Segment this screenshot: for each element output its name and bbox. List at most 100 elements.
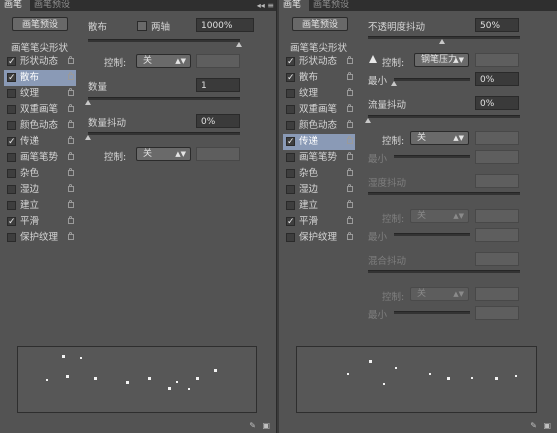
sidebar-item[interactable]: ✓ 平滑: [4, 214, 76, 230]
sidebar-item[interactable]: ✓ 传递: [283, 134, 355, 150]
lock-icon[interactable]: [68, 104, 74, 112]
lock-icon[interactable]: [68, 120, 74, 128]
item-checkbox[interactable]: [7, 89, 16, 98]
sidebar-item[interactable]: 颜色动态: [4, 118, 76, 134]
scatter-slider[interactable]: [88, 39, 240, 42]
sidebar-item[interactable]: 杂色: [283, 166, 355, 182]
count-slider-thumb[interactable]: [85, 100, 91, 105]
item-checkbox[interactable]: [286, 89, 295, 98]
sidebar-item[interactable]: ✓ 形状动态: [283, 54, 355, 70]
brush-tip-shape-label[interactable]: 画笔笔尖形状: [11, 40, 68, 54]
count-jitter-slider-thumb[interactable]: [85, 135, 91, 140]
item-checkbox[interactable]: [7, 105, 16, 114]
lock-icon[interactable]: [68, 152, 74, 160]
lock-icon[interactable]: [347, 168, 353, 176]
lock-icon[interactable]: [347, 184, 353, 192]
lock-icon[interactable]: [68, 216, 74, 224]
sidebar-item[interactable]: 纹理: [283, 86, 355, 102]
flow-jitter-value-field[interactable]: 0%: [475, 96, 519, 110]
sidebar-item[interactable]: 杂色: [4, 166, 76, 182]
sidebar-item[interactable]: 纹理: [4, 86, 76, 102]
tab-brush[interactable]: 画笔: [0, 0, 30, 11]
tab-brush-presets[interactable]: 画笔预设: [30, 0, 76, 11]
flow-jitter-slider[interactable]: [368, 115, 520, 118]
lock-icon[interactable]: [347, 56, 353, 64]
flow-jitter-slider-thumb[interactable]: [365, 118, 371, 123]
control-select[interactable]: 关 ▲▼: [136, 54, 191, 68]
brush-tip-shape-label[interactable]: 画笔笔尖形状: [290, 40, 347, 54]
sidebar-item[interactable]: 湿边: [283, 182, 355, 198]
item-checkbox[interactable]: ✓: [7, 57, 16, 67]
lock-icon[interactable]: [347, 120, 353, 128]
sidebar-item[interactable]: ✓ 平滑: [283, 214, 355, 230]
sidebar-item[interactable]: 建立: [4, 198, 76, 214]
lock-icon[interactable]: [347, 72, 353, 80]
item-checkbox[interactable]: [7, 233, 16, 242]
item-checkbox[interactable]: ✓: [7, 73, 16, 83]
min-value-field[interactable]: 0%: [475, 72, 519, 86]
sidebar-item[interactable]: ✓ 散布: [4, 70, 76, 86]
sidebar-item[interactable]: 建立: [283, 198, 355, 214]
lock-icon[interactable]: [68, 168, 74, 176]
brush-presets-button[interactable]: 画笔预设: [292, 17, 348, 31]
lock-icon[interactable]: [347, 136, 353, 144]
sidebar-item[interactable]: ✓ 传递: [4, 134, 76, 150]
lock-icon[interactable]: [347, 200, 353, 208]
both-axes-checkbox[interactable]: [137, 21, 147, 31]
item-checkbox[interactable]: ✓: [286, 57, 295, 67]
sidebar-item[interactable]: 保护纹理: [283, 230, 355, 246]
sidebar-item[interactable]: ✓ 形状动态: [4, 54, 76, 70]
item-checkbox[interactable]: [7, 201, 16, 210]
item-checkbox[interactable]: [286, 169, 295, 178]
lock-icon[interactable]: [347, 216, 353, 224]
control-select[interactable]: 钢笔压力 ▲▼: [414, 53, 469, 67]
lock-icon[interactable]: [347, 232, 353, 240]
lock-icon[interactable]: [68, 184, 74, 192]
opacity-jitter-slider-thumb[interactable]: [439, 39, 445, 44]
item-checkbox[interactable]: [286, 121, 295, 130]
brush-presets-button[interactable]: 画笔预设: [12, 17, 68, 31]
item-checkbox[interactable]: [286, 185, 295, 194]
lock-icon[interactable]: [68, 232, 74, 240]
sidebar-item[interactable]: ✓ 散布: [283, 70, 355, 86]
tab-brush-presets[interactable]: 画笔预设: [309, 0, 355, 11]
item-checkbox[interactable]: [286, 233, 295, 242]
sidebar-item[interactable]: 湿边: [4, 182, 76, 198]
toggle-brush-icon[interactable]: ✎: [249, 421, 256, 431]
item-checkbox[interactable]: [7, 169, 16, 178]
count-slider[interactable]: [88, 97, 240, 100]
min-slider-thumb[interactable]: [391, 81, 397, 86]
lock-icon[interactable]: [68, 56, 74, 64]
new-brush-icon[interactable]: ▣: [543, 421, 551, 431]
sidebar-item[interactable]: 画笔笔势: [283, 150, 355, 166]
scatter-value-field[interactable]: 1000%: [196, 18, 254, 32]
lock-icon[interactable]: [68, 200, 74, 208]
new-brush-icon[interactable]: ▣: [262, 421, 270, 431]
lock-icon[interactable]: [68, 72, 74, 80]
sidebar-item[interactable]: 颜色动态: [283, 118, 355, 134]
lock-icon[interactable]: [347, 104, 353, 112]
item-checkbox[interactable]: [7, 153, 16, 162]
flow-control-select[interactable]: 关 ▲▼: [410, 131, 469, 145]
item-checkbox[interactable]: [7, 121, 16, 130]
panel-collapse-menu-icon[interactable]: ◂◂ ≡: [257, 0, 274, 11]
sidebar-item[interactable]: 画笔笔势: [4, 150, 76, 166]
min-slider[interactable]: [394, 78, 470, 81]
opacity-jitter-value-field[interactable]: 50%: [475, 18, 519, 32]
item-checkbox[interactable]: ✓: [7, 137, 16, 147]
lock-icon[interactable]: [347, 88, 353, 96]
sidebar-item[interactable]: 双重画笔: [283, 102, 355, 118]
sidebar-item[interactable]: 保护纹理: [4, 230, 76, 246]
lock-icon[interactable]: [68, 136, 74, 144]
sidebar-item[interactable]: 双重画笔: [4, 102, 76, 118]
toggle-brush-icon[interactable]: ✎: [530, 421, 537, 431]
item-checkbox[interactable]: ✓: [286, 73, 295, 83]
lock-icon[interactable]: [68, 88, 74, 96]
lock-icon[interactable]: [347, 152, 353, 160]
item-checkbox[interactable]: [7, 185, 16, 194]
count-jitter-slider[interactable]: [88, 132, 240, 135]
item-checkbox[interactable]: ✓: [286, 137, 295, 147]
control2-select[interactable]: 关 ▲▼: [136, 147, 191, 161]
item-checkbox[interactable]: [286, 153, 295, 162]
tab-brush[interactable]: 画笔: [279, 0, 309, 11]
